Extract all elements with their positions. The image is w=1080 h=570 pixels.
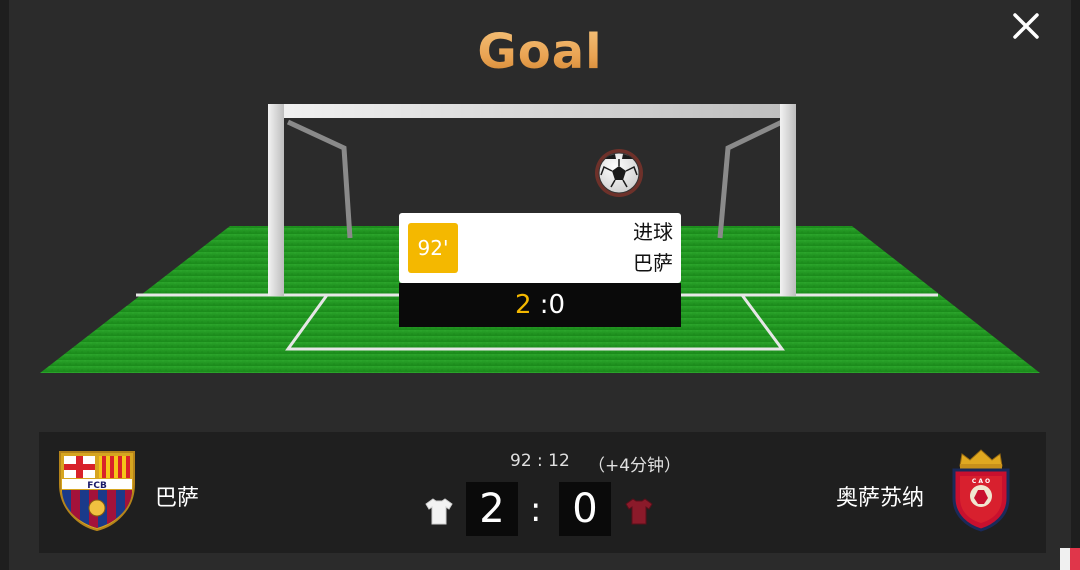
event-score: 2 :0 (399, 283, 681, 327)
away-score: 0 (559, 482, 611, 536)
home-score: 2 (466, 482, 518, 536)
goal-popup: Goal 92' 进球 巴萨 2:0 FCB 巴萨 92: 12 （+4分钟… (0, 0, 1080, 570)
goal-back-right (717, 119, 784, 239)
away-jersey-icon (625, 498, 653, 525)
goal-left-post (268, 104, 284, 296)
score-separator: : (530, 490, 542, 530)
goal-crossbar (268, 104, 796, 118)
event-minute-badge: 92' (408, 223, 458, 273)
event-type-label: 进球 (633, 220, 673, 244)
edge-tab-red (1070, 548, 1080, 570)
event-score-away: 0 (548, 290, 566, 320)
svg-text:FCB: FCB (87, 481, 107, 491)
fc-barcelona-crest-icon: FCB (59, 451, 135, 532)
goal-event-card: 92' 进球 巴萨 (399, 213, 681, 283)
soccer-ball-icon (595, 149, 643, 197)
osasuna-crest-icon: C A O (952, 449, 1010, 532)
goal-back-left (286, 119, 353, 239)
match-clock: 92 : 12 (510, 451, 570, 471)
home-jersey-icon (425, 498, 453, 525)
event-team-label: 巴萨 (633, 251, 673, 275)
home-team-name: 巴萨 (155, 486, 200, 511)
goal-right-post (780, 104, 796, 296)
event-score-home: 2 (514, 290, 532, 320)
event-score-separator: : (539, 290, 549, 320)
added-time: （+4分钟） (588, 456, 682, 476)
away-team-name: 奥萨苏纳 (835, 486, 924, 511)
edge-tab-white (1060, 548, 1070, 570)
svg-text:C A O: C A O (972, 478, 990, 485)
